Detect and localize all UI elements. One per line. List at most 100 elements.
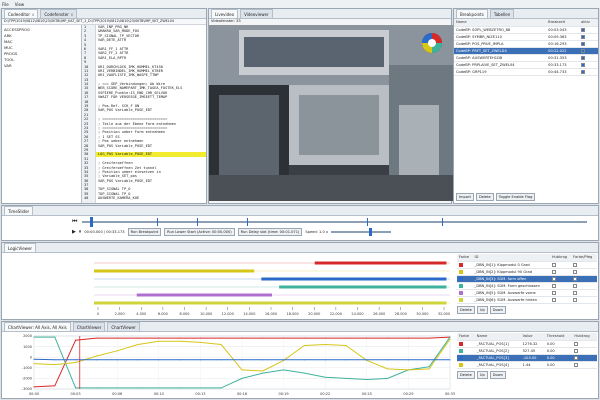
tab-breakpoints[interactable]: Breakpoints — [456, 9, 488, 18]
hubkrog-checkbox[interactable] — [574, 341, 579, 346]
active-checkbox[interactable] — [581, 34, 586, 39]
hubkrog-checkbox[interactable] — [574, 355, 579, 360]
tab-logicviewer[interactable]: LogicViewer — [4, 243, 37, 252]
farbe-pfeg-checkbox[interactable] — [573, 262, 578, 267]
up-button[interactable]: Up — [476, 370, 488, 379]
tab-videoviewer[interactable]: Videoviewer — [240, 9, 273, 18]
color-swatch[interactable] — [459, 269, 463, 274]
active-checkbox[interactable] — [581, 48, 586, 53]
code-line[interactable]: AUSWERTE_KAMERA_KUE — [96, 196, 206, 200]
color-swatch[interactable] — [459, 283, 463, 288]
tree-item[interactable]: VAR — [4, 63, 79, 69]
tab-chartviewer-all[interactable]: ChartViewer: All Axis, All Axis — [4, 322, 71, 331]
col-breakzeit[interactable]: Breakzeit — [546, 19, 580, 27]
farbe-pfeg-checkbox[interactable] — [573, 276, 578, 281]
hubkrog-checkbox[interactable] — [551, 276, 556, 281]
color-swatch[interactable] — [459, 276, 463, 281]
col-farbe[interactable]: Farbe — [457, 333, 475, 341]
hubkrog-checkbox[interactable] — [551, 262, 556, 267]
tab-tabellen[interactable]: Tabellen — [489, 9, 515, 18]
y-tick-label: -3000 — [22, 387, 32, 391]
import-button[interactable]: Import — [456, 193, 474, 201]
code-area[interactable]: VAR_INP_PRG_NR &MAKRO_VAR_MODE_FOS TP_SIGN… — [96, 25, 206, 203]
close-icon[interactable]: x — [71, 12, 73, 17]
hubkrog-checkbox[interactable] — [551, 290, 556, 295]
hubkrog-checkbox[interactable] — [551, 297, 556, 302]
run-lower-start-button[interactable]: Run Lower Start (Active: 00:00.000) — [164, 228, 235, 236]
play-icon[interactable]: ▶ — [72, 229, 76, 235]
col-hubkrog[interactable]: Hubkrog — [572, 333, 597, 341]
list-item[interactable]: _FACTUAL_POS[4] 1.44 0.00 — [457, 361, 597, 369]
table-row[interactable]: CodeBP: GRP119 00:44.733 — [454, 68, 598, 76]
farbe-pfeg-checkbox[interactable] — [573, 269, 578, 274]
tab-codefenster[interactable]: Codefenster x — [40, 9, 78, 18]
color-swatch[interactable] — [459, 362, 463, 367]
col-farbe[interactable]: Farbe — [457, 254, 473, 262]
tab-chartviewer-3[interactable]: ChartViewer — [107, 322, 140, 331]
toggle-enable-button[interactable]: Toggle Enable Flag — [495, 193, 536, 201]
tab-timeslider[interactable]: TimeSlider — [4, 206, 34, 215]
col-hubkrog[interactable]: Hubkrog — [549, 254, 572, 262]
col-aktiv[interactable]: aktiv — [579, 19, 598, 27]
farbe-pfeg-checkbox[interactable] — [573, 290, 578, 295]
list-item[interactable]: _DBN_IN[5]: SGM. Auswerfe vorne — [457, 289, 597, 297]
hubkrog-checkbox[interactable] — [574, 348, 579, 353]
farbe-pfeg-checkbox[interactable] — [573, 283, 578, 288]
tab-livevideo[interactable]: Livevideo — [211, 9, 239, 18]
col-threshold[interactable]: Threshold — [544, 333, 573, 341]
pause-icon[interactable]: ⏸ — [79, 229, 82, 235]
hubkrog-checkbox[interactable] — [574, 362, 579, 367]
delete-button[interactable]: Delete — [475, 193, 494, 201]
active-checkbox[interactable] — [581, 62, 586, 67]
col-value[interactable]: Value — [520, 333, 545, 341]
table-row[interactable]: CodeBP: PRFT_SET_ZWELD4 00:22.022 — [454, 47, 598, 55]
table-row[interactable]: CodeBP: AUSWERTEH1D8 00:31.353 — [454, 54, 598, 62]
farbe-pfeg-checkbox[interactable] — [573, 297, 578, 302]
color-swatch[interactable] — [459, 262, 463, 267]
list-item[interactable]: _DBN_IN[2]: Kippmodul 90 Grad — [457, 268, 597, 276]
tab-chartviewer-2[interactable]: ChartViewer — [72, 322, 106, 331]
jump-start-icon[interactable]: ⏮ — [72, 218, 77, 226]
up-button[interactable]: Up — [476, 305, 488, 314]
color-swatch[interactable] — [459, 355, 463, 360]
menu-view[interactable]: View — [15, 2, 25, 7]
color-swatch[interactable] — [459, 341, 463, 346]
table-row[interactable]: CodeBP: SOPL_WEBZETRO_88 00:03.043 — [454, 26, 598, 34]
active-checkbox[interactable] — [581, 27, 586, 32]
table-row[interactable]: CodeBP: PRPLAIVE_SET_ZWEL04 00:33.173 — [454, 61, 598, 69]
run-breakpoint-button[interactable]: Run Breakpoint — [127, 228, 162, 236]
hubkrog-checkbox[interactable] — [551, 269, 556, 274]
list-item[interactable]: _DBN_IN[1]: Kippmodul 0 Grad — [457, 261, 597, 269]
list-item[interactable]: _FACTUAL_POS[1] 1276.32 0.00 — [457, 340, 597, 348]
active-checkbox[interactable] — [581, 55, 586, 60]
color-swatch[interactable] — [459, 290, 463, 295]
list-item[interactable]: _FACTUAL_POS[2] 527.45 0.00 — [457, 347, 597, 355]
active-checkbox[interactable] — [581, 69, 586, 74]
active-checkbox[interactable] — [581, 41, 586, 46]
table-row[interactable]: CodeBP: SYMBR_NIZE110 00:09.363 — [454, 33, 598, 41]
tab-codeeditor[interactable]: Codeeditor x — [4, 9, 39, 18]
col-farbe-pfeg[interactable]: Farbe/Pfeg — [571, 254, 597, 262]
timeline-handle[interactable] — [90, 217, 93, 227]
hubkrog-checkbox[interactable] — [551, 283, 556, 288]
down-button[interactable]: Down — [489, 370, 506, 379]
speed-slider[interactable] — [331, 228, 392, 236]
speed-slider-handle[interactable] — [369, 228, 373, 236]
menu-file[interactable]: File — [2, 2, 9, 7]
col-name[interactable]: Name — [454, 19, 547, 27]
list-item[interactable]: _FACTUAL_POS[3] -103.00 0.00 — [457, 354, 597, 362]
col-name[interactable]: Name — [474, 333, 521, 341]
table-row[interactable]: CodeBP: POS_PRUE_IMPLA 00:16.293 — [454, 40, 598, 48]
axis-tick-label: 28.000 — [395, 312, 407, 316]
color-swatch[interactable] — [459, 297, 463, 302]
list-item[interactable]: _DBN_IN[3]: SGM. form offen — [457, 275, 597, 283]
down-button[interactable]: Down — [489, 305, 506, 314]
delete-button[interactable]: Delete — [457, 370, 475, 379]
delete-button[interactable]: Delete — [457, 305, 475, 314]
list-item[interactable]: _DBN_IN[6]: SGM. Auswerfe hinten — [457, 296, 597, 304]
run-delay-slot-button[interactable]: Run Delay slot (time: 00:01.071) — [237, 228, 303, 236]
close-icon[interactable]: x — [32, 12, 34, 17]
color-swatch[interactable] — [459, 348, 463, 353]
col-id[interactable]: ID — [472, 254, 550, 262]
list-item[interactable]: _DBN_IN[4]: SGM. Form geschlossen — [457, 282, 597, 290]
